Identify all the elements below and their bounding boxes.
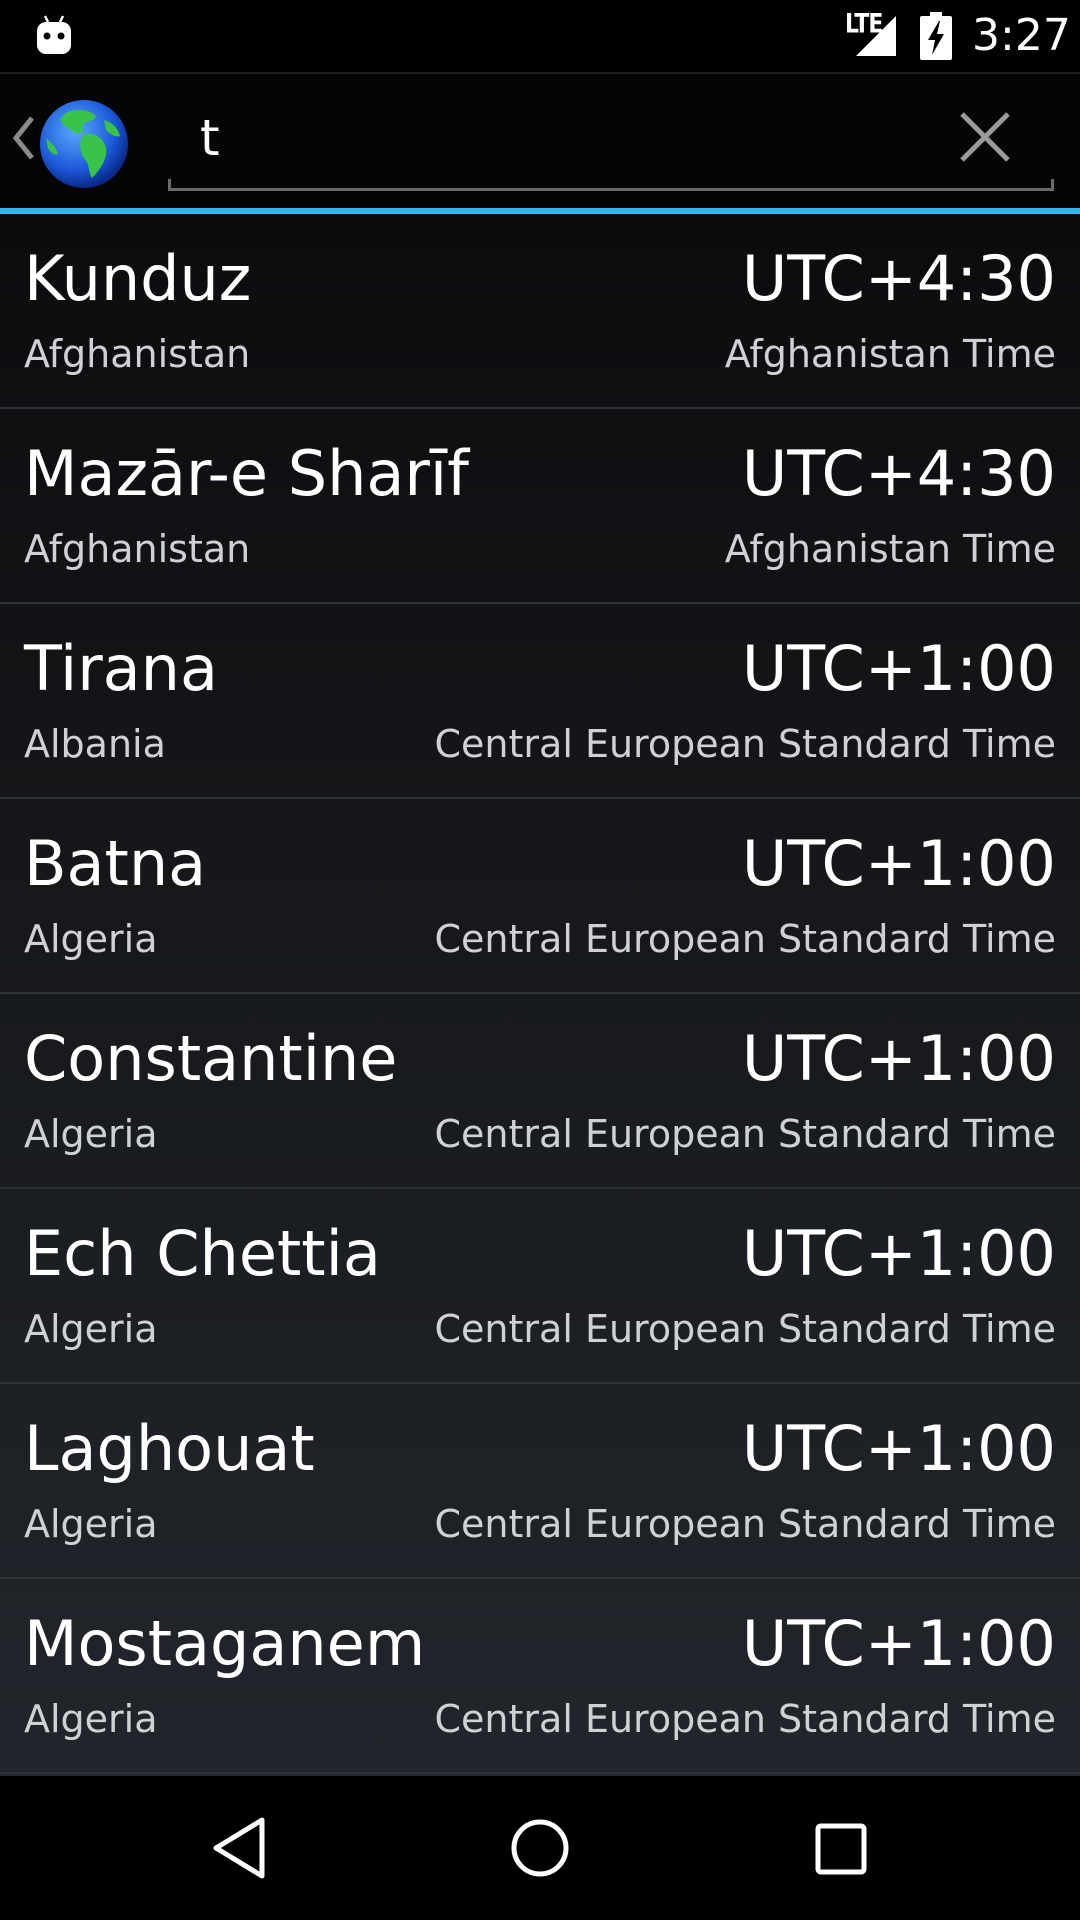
signal-icon <box>856 16 896 56</box>
utc-offset: UTC+1:00 <box>741 632 1056 705</box>
country-name: Algeria <box>24 1502 158 1546</box>
battery-charging-icon <box>920 12 952 60</box>
search-underline <box>168 179 1054 191</box>
country-name: Algeria <box>24 917 158 961</box>
list-item[interactable]: Tirana UTC+1:00 Albania Central European… <box>0 604 1080 799</box>
timezone-name: Afghanistan Time <box>724 332 1056 376</box>
city-name: Kunduz <box>24 242 252 315</box>
city-name: Ech Chettia <box>24 1217 381 1290</box>
clock: 3:27 <box>972 10 1071 61</box>
timezone-name: Central European Standard Time <box>434 917 1056 961</box>
country-name: Albania <box>24 722 166 766</box>
city-name: Laghouat <box>24 1412 315 1485</box>
list-item[interactable]: Mazār-e Sharīf UTC+4:30 Afghanistan Afgh… <box>0 409 1080 604</box>
list-item[interactable]: Batna UTC+1:00 Algeria Central European … <box>0 799 1080 994</box>
utc-offset: UTC+4:30 <box>741 242 1056 315</box>
status-bar: LTE 3:27 <box>0 0 1080 72</box>
globe-icon[interactable] <box>38 98 130 190</box>
timezone-name: Central European Standard Time <box>434 722 1056 766</box>
country-name: Algeria <box>24 1112 158 1156</box>
country-name: Afghanistan <box>24 332 251 376</box>
city-name: Mazār-e Sharīf <box>24 437 469 510</box>
search-box <box>168 74 1056 200</box>
timezone-name: Central European Standard Time <box>434 1502 1056 1546</box>
android-notification-icon <box>37 15 71 54</box>
city-name: Constantine <box>24 1022 398 1095</box>
list-item[interactable]: Mostaganem UTC+1:00 Algeria Central Euro… <box>0 1579 1080 1774</box>
results-list: Kunduz UTC+4:30 Afghanistan Afghanistan … <box>0 214 1080 1776</box>
list-item[interactable]: Constantine UTC+1:00 Algeria Central Eur… <box>0 994 1080 1189</box>
timezone-name: Central European Standard Time <box>434 1307 1056 1351</box>
utc-offset: UTC+1:00 <box>741 1217 1056 1290</box>
country-name: Algeria <box>24 1307 158 1351</box>
nav-back-icon[interactable] <box>200 1808 280 1888</box>
utc-offset: UTC+4:30 <box>741 437 1056 510</box>
search-input[interactable] <box>168 92 928 184</box>
timezone-name: Central European Standard Time <box>434 1112 1056 1156</box>
navigation-bar <box>0 1776 1080 1920</box>
timezone-name: Afghanistan Time <box>724 527 1056 571</box>
back-caret-icon[interactable] <box>10 114 36 162</box>
list-item[interactable]: Ech Chettia UTC+1:00 Algeria Central Eur… <box>0 1189 1080 1384</box>
country-name: Algeria <box>24 1697 158 1741</box>
city-name: Mostaganem <box>24 1607 426 1680</box>
city-name: Tirana <box>24 632 218 705</box>
nav-recents-icon[interactable] <box>800 1808 880 1888</box>
timezone-name: Central European Standard Time <box>434 1697 1056 1741</box>
nav-home-icon[interactable] <box>500 1808 580 1888</box>
action-bar <box>0 74 1080 210</box>
utc-offset: UTC+1:00 <box>741 1607 1056 1680</box>
utc-offset: UTC+1:00 <box>741 1022 1056 1095</box>
country-name: Afghanistan <box>24 527 251 571</box>
list-item[interactable]: Laghouat UTC+1:00 Algeria Central Europe… <box>0 1384 1080 1579</box>
utc-offset: UTC+1:00 <box>741 827 1056 900</box>
city-name: Batna <box>24 827 207 900</box>
utc-offset: UTC+1:00 <box>741 1412 1056 1485</box>
close-icon[interactable] <box>950 102 1020 172</box>
list-item[interactable]: Kunduz UTC+4:30 Afghanistan Afghanistan … <box>0 214 1080 409</box>
